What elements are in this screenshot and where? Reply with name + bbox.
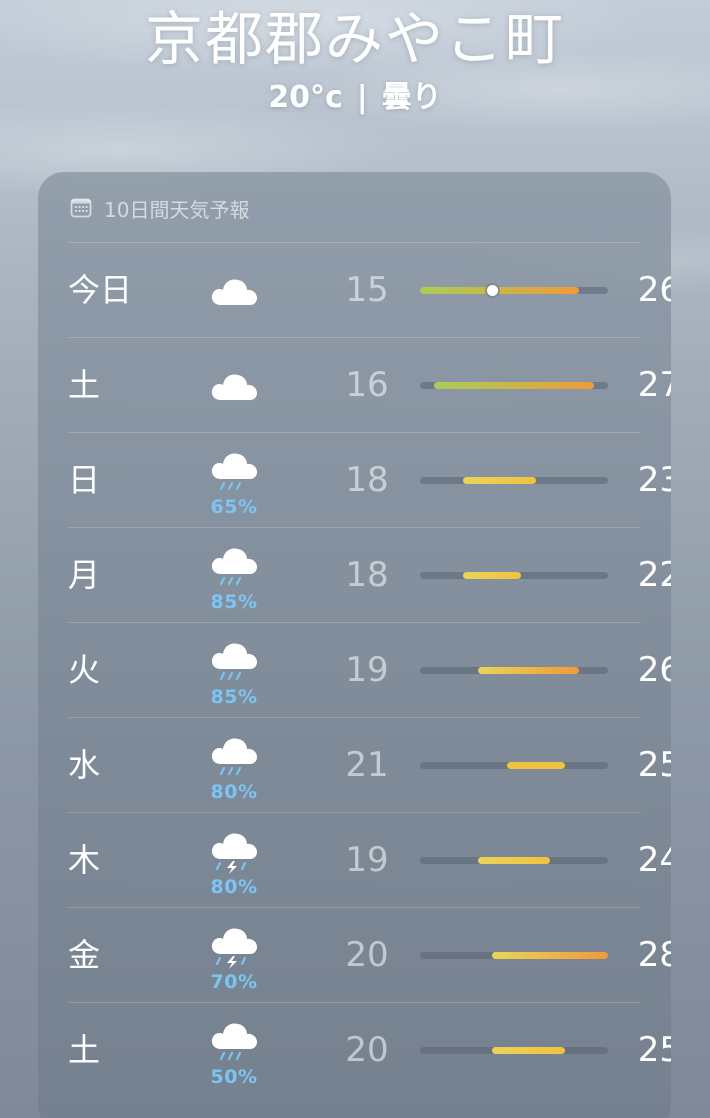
forecast-row[interactable]: 日 65% 18 23 xyxy=(68,432,671,528)
forecast-row[interactable]: 水 80% 21 25 xyxy=(68,717,671,813)
cloud-rain-icon: 80% xyxy=(204,730,264,802)
cloud-icon xyxy=(204,366,264,406)
low-temperature: 18 xyxy=(345,555,389,595)
cloud-rain-icon: 85% xyxy=(204,540,264,612)
temperature-range-bar xyxy=(420,382,608,389)
temperature-range-fill xyxy=(434,382,594,389)
forecast-row[interactable]: 土 16 27 xyxy=(68,337,671,433)
cloud-rain-icon: 65% xyxy=(204,445,264,517)
precipitation-chance: 65% xyxy=(210,496,258,518)
temperature-range-bar xyxy=(420,572,608,579)
current-conditions: 20°c | 曇り xyxy=(0,78,710,118)
cloud-icon xyxy=(204,271,264,311)
high-temperature: 22 xyxy=(637,555,671,595)
current-weather-header: 京都郡みやこ町 20°c | 曇り xyxy=(0,0,710,118)
low-temperature: 16 xyxy=(345,365,389,405)
forecast-day-label: 日 xyxy=(68,461,101,499)
high-temperature: 23 xyxy=(637,460,671,500)
low-temperature: 19 xyxy=(345,840,389,880)
forecast-row[interactable]: 火 85% 19 26 xyxy=(68,622,671,718)
temperature-range-bar xyxy=(420,952,608,959)
precipitation-chance: 85% xyxy=(210,591,258,613)
calendar-icon xyxy=(70,197,92,219)
current-temperature-marker xyxy=(486,285,498,296)
temperature-range-bar xyxy=(420,1047,608,1054)
temperature-range-bar xyxy=(420,857,608,864)
high-temperature: 25 xyxy=(637,745,671,785)
high-temperature: 25 xyxy=(637,1030,671,1070)
forecast-day-label: 今日 xyxy=(68,271,133,309)
temperature-range-fill xyxy=(420,287,580,294)
precipitation-chance: 85% xyxy=(210,686,258,708)
low-temperature: 20 xyxy=(345,1030,389,1070)
ten-day-forecast-card[interactable]: 10日間天気予報 今日 15 26 土 16 27 日 65% 18 23 月 85% 18 22 火 85%… xyxy=(38,172,671,1118)
temperature-range-fill xyxy=(477,667,580,674)
forecast-row[interactable]: 月 85% 18 22 xyxy=(68,527,671,623)
forecast-day-label: 火 xyxy=(68,651,101,689)
forecast-row[interactable]: 木 80% 19 24 xyxy=(68,812,671,908)
forecast-card-header: 10日間天気予報 xyxy=(70,194,249,222)
cloud-rain-icon: 85% xyxy=(204,635,264,707)
cloud-rain-icon: 50% xyxy=(204,1015,264,1087)
forecast-day-label: 土 xyxy=(68,366,101,404)
temperature-range-fill xyxy=(506,762,565,769)
low-temperature: 19 xyxy=(345,650,389,690)
forecast-row[interactable]: 今日 15 26 xyxy=(68,242,671,338)
current-temperature: 20°c xyxy=(268,80,343,115)
precipitation-chance: 80% xyxy=(210,876,258,898)
temperature-range-fill xyxy=(463,477,536,484)
high-temperature: 27 xyxy=(637,365,671,405)
temperature-range-fill xyxy=(463,572,522,579)
temperature-range-fill xyxy=(477,857,551,864)
forecast-row[interactable]: 土 50% 20 25 xyxy=(68,1002,671,1098)
low-temperature: 20 xyxy=(345,935,389,975)
forecast-day-label: 金 xyxy=(68,936,101,974)
location-name: 京都郡みやこ町 xyxy=(144,5,565,73)
current-condition: 曇り xyxy=(381,80,442,115)
forecast-day-label: 木 xyxy=(68,841,101,879)
forecast-card-title: 10日間天気予報 xyxy=(104,197,250,222)
temperature-range-fill xyxy=(492,1047,565,1054)
cloud-thunderstorm-icon: 80% xyxy=(204,825,264,897)
forecast-row[interactable]: 金 70% 20 28 xyxy=(68,907,671,1003)
high-temperature: 26 xyxy=(637,270,671,310)
precipitation-chance: 70% xyxy=(210,971,258,993)
forecast-day-label: 月 xyxy=(68,556,101,594)
forecast-day-label: 土 xyxy=(68,1031,101,1069)
high-temperature: 28 xyxy=(637,935,671,975)
temperature-range-bar xyxy=(420,477,608,484)
low-temperature: 15 xyxy=(345,270,389,310)
cloud-thunderstorm-icon: 70% xyxy=(204,920,264,992)
high-temperature: 24 xyxy=(637,840,671,880)
precipitation-chance: 50% xyxy=(210,1066,258,1088)
high-temperature: 26 xyxy=(637,650,671,690)
precipitation-chance: 80% xyxy=(210,781,258,803)
temperature-range-bar xyxy=(420,667,608,674)
low-temperature: 21 xyxy=(345,745,389,785)
temperature-range-bar xyxy=(420,285,608,296)
conditions-separator: | xyxy=(356,80,368,115)
low-temperature: 18 xyxy=(345,460,389,500)
forecast-day-label: 水 xyxy=(68,746,101,784)
temperature-range-bar xyxy=(420,762,608,769)
temperature-range-fill xyxy=(492,952,608,959)
